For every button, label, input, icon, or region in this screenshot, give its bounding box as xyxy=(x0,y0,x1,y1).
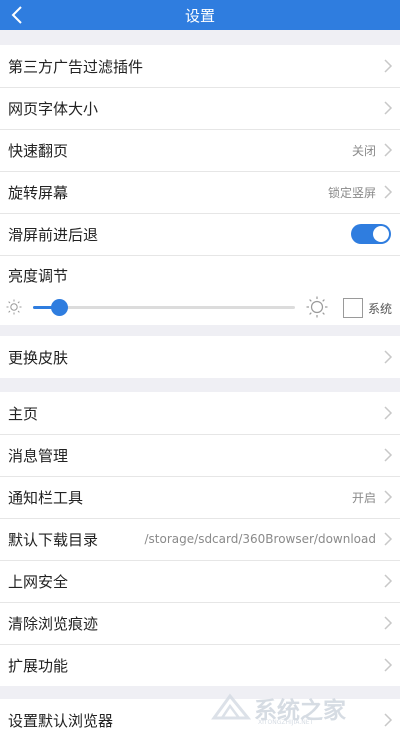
settings-group-appearance: 更换皮肤 xyxy=(0,336,400,378)
watermark-subtext: XITONGZHIJIA.NET xyxy=(258,719,314,726)
chevron-right-icon xyxy=(384,101,393,115)
browsing-security-row[interactable]: 上网安全 xyxy=(0,560,400,602)
swipe-navigation-label: 滑屏前进后退 xyxy=(8,225,99,244)
watermark-logo-icon xyxy=(211,693,252,720)
quick-flip-label: 快速翻页 xyxy=(8,141,69,160)
notification-tools-row[interactable]: 通知栏工具 开启 xyxy=(0,476,400,518)
chevron-right-icon xyxy=(384,658,393,672)
app-header: 设置 xyxy=(0,0,400,30)
rotate-screen-value: 锁定竖屏 xyxy=(327,185,376,200)
browsing-security-label: 上网安全 xyxy=(8,572,69,591)
quick-flip-row[interactable]: 快速翻页 关闭 xyxy=(0,129,400,171)
back-arrow-icon xyxy=(11,6,22,24)
brightness-label: 亮度调节 xyxy=(8,267,69,285)
download-directory-row[interactable]: 默认下载目录 /storage/sdcard/360Browser/downlo… xyxy=(0,518,400,560)
settings-group-general: 主页 消息管理 通知栏工具 开启 默认下载目录 /storage/sdcard/… xyxy=(0,392,400,686)
site-watermark: 系统之家 XITONGZHIJIA.NET xyxy=(210,691,388,726)
ad-filter-plugin-label: 第三方广告过滤插件 xyxy=(8,57,144,76)
chevron-right-icon xyxy=(384,143,393,157)
default-browser-label: 设置默认浏览器 xyxy=(8,711,114,730)
chevron-right-icon xyxy=(384,532,393,546)
brightness-slider[interactable] xyxy=(33,299,295,316)
chevron-right-icon xyxy=(384,574,393,588)
settings-group-browsing: 第三方广告过滤插件 网页字体大小 快速翻页 关闭 旋转屏幕 锁定竖屏 滑屏前进后… xyxy=(0,45,400,325)
homepage-label: 主页 xyxy=(8,404,39,423)
system-brightness-checkbox[interactable] xyxy=(343,298,363,318)
system-brightness-label: 系统 xyxy=(368,301,393,316)
notification-tools-value: 开启 xyxy=(351,490,376,505)
message-management-label: 消息管理 xyxy=(8,446,69,465)
message-management-row[interactable]: 消息管理 xyxy=(0,434,400,476)
page-title: 设置 xyxy=(184,6,215,25)
swipe-navigation-row: 滑屏前进后退 xyxy=(0,213,400,255)
extensions-label: 扩展功能 xyxy=(8,656,69,675)
chevron-right-icon xyxy=(384,406,393,420)
chevron-right-icon xyxy=(384,448,393,462)
brightness-row: 亮度调节 系统 xyxy=(0,255,400,325)
change-skin-row[interactable]: 更换皮肤 xyxy=(0,336,400,378)
quick-flip-value: 关闭 xyxy=(351,143,376,158)
system-brightness-option[interactable]: 系统 xyxy=(343,298,392,318)
toggle-knob xyxy=(373,226,389,242)
brightness-low-icon xyxy=(6,299,22,315)
clear-history-row[interactable]: 清除浏览痕迹 xyxy=(0,602,400,644)
font-size-row[interactable]: 网页字体大小 xyxy=(0,87,400,129)
change-skin-label: 更换皮肤 xyxy=(8,348,69,367)
chevron-right-icon xyxy=(384,350,393,364)
download-directory-label: 默认下载目录 xyxy=(8,530,99,549)
extensions-row[interactable]: 扩展功能 xyxy=(0,644,400,686)
font-size-label: 网页字体大小 xyxy=(8,99,99,118)
notification-tools-label: 通知栏工具 xyxy=(8,488,84,507)
ad-filter-plugin-row[interactable]: 第三方广告过滤插件 xyxy=(0,45,400,87)
chevron-right-icon xyxy=(384,490,393,504)
download-directory-value: /storage/sdcard/360Browser/download xyxy=(144,532,376,546)
back-button[interactable] xyxy=(5,3,29,27)
chevron-right-icon xyxy=(384,59,393,73)
brightness-slider-area: 系统 xyxy=(0,295,400,321)
brightness-slider-thumb[interactable] xyxy=(51,299,69,316)
rotate-screen-row[interactable]: 旋转屏幕 锁定竖屏 xyxy=(0,171,400,213)
clear-history-label: 清除浏览痕迹 xyxy=(8,614,99,633)
rotate-screen-label: 旋转屏幕 xyxy=(8,183,69,202)
chevron-right-icon xyxy=(384,185,393,199)
homepage-row[interactable]: 主页 xyxy=(0,392,400,434)
chevron-right-icon xyxy=(384,616,393,630)
swipe-navigation-toggle[interactable] xyxy=(351,224,391,244)
brightness-high-icon xyxy=(306,296,328,318)
